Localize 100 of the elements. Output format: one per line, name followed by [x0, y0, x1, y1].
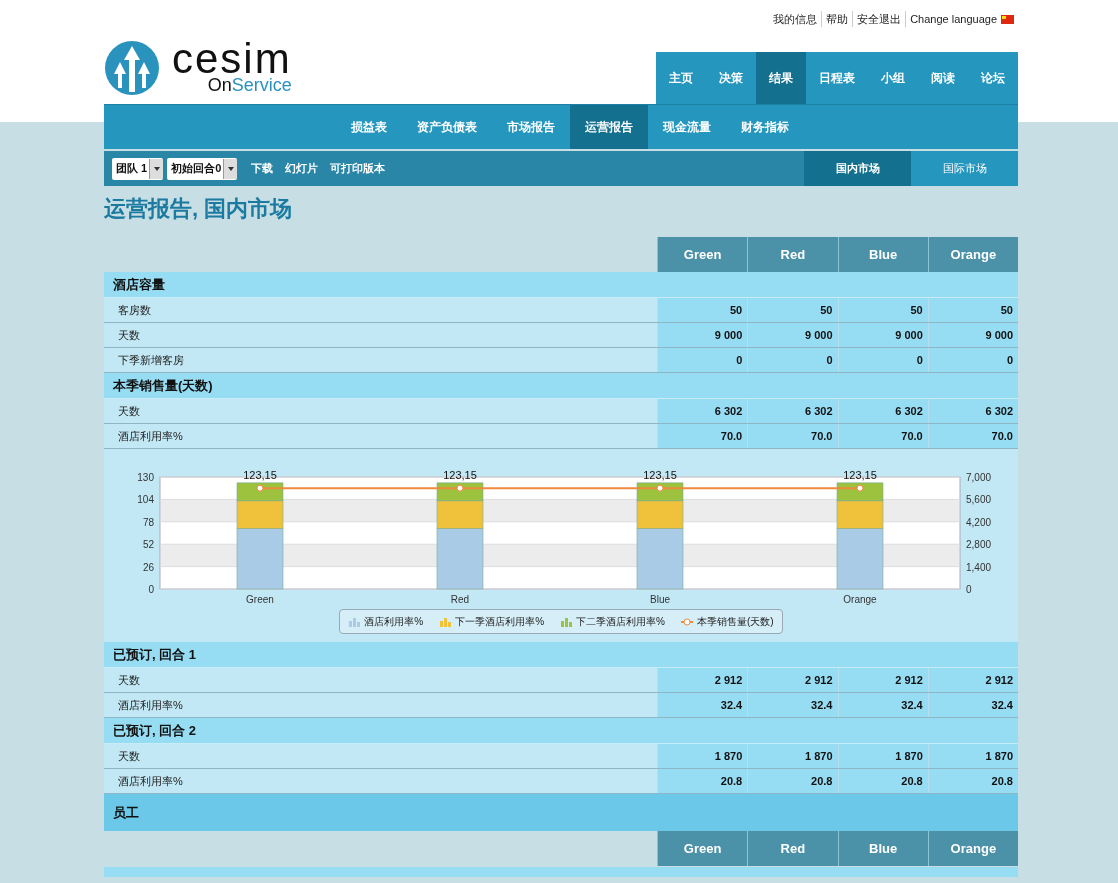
table-cell: 2 912	[657, 668, 748, 692]
table-cell: 1 870	[747, 744, 838, 768]
annotation: 123,15	[443, 468, 477, 481]
y2-tick-label: 4,200	[966, 516, 992, 528]
table-cell: 50	[927, 298, 1018, 322]
table-cell: 32.4	[837, 693, 928, 717]
top-link[interactable]: 帮助	[826, 10, 849, 28]
bar	[636, 500, 684, 529]
bar	[836, 500, 884, 529]
row-label: 天数	[104, 399, 657, 423]
bar	[436, 528, 484, 590]
y-tick-label: 78	[142, 516, 155, 528]
column-header: Orange	[927, 237, 1018, 272]
table-cell: 9 000	[747, 323, 838, 347]
column-header: Blue	[837, 237, 928, 272]
bar	[836, 528, 884, 590]
bar	[236, 500, 284, 529]
row-label: 天数	[104, 323, 657, 347]
y-tick-label: 0	[148, 584, 155, 595]
column-header: Red	[747, 237, 838, 272]
bar	[436, 500, 484, 529]
row-label: 天数	[104, 668, 657, 692]
row-label: 客房数	[104, 298, 657, 322]
toolbar-link[interactable]: 可打印版本	[330, 160, 386, 177]
section-heading: 已预订, 回合 2	[104, 718, 1018, 744]
table-cell: 9 000	[927, 323, 1018, 347]
market-tab[interactable]: 国内市场	[804, 151, 911, 186]
y-tick-label: 130	[137, 472, 155, 483]
legend-label: 本季销售量(天数)	[697, 615, 774, 629]
table-cell: 0	[837, 348, 928, 372]
dropdown[interactable]: 团队 1	[112, 157, 164, 180]
table-cell: 1 870	[927, 744, 1018, 768]
table-cell: 20.8	[837, 769, 928, 793]
y2-tick-label: 0	[966, 584, 972, 595]
table-cell: 6 302	[837, 399, 928, 423]
y2-tick-label: 2,800	[966, 539, 992, 551]
bar	[636, 528, 684, 590]
row-label: 天数	[104, 744, 657, 768]
table-cell: 2 912	[837, 668, 928, 692]
row-label: 酒店利用率%	[104, 424, 657, 448]
table-cell: 70.0	[837, 424, 928, 448]
table-cell: 2 912	[927, 668, 1018, 692]
column-header: Red	[747, 831, 838, 866]
y-tick-label: 26	[142, 561, 155, 573]
legend-label: 酒店利用率%	[364, 615, 424, 629]
table-cell: 2 912	[747, 668, 838, 692]
top-link[interactable]: Change language	[910, 10, 997, 28]
section-heading: 已预订, 回合 1	[104, 642, 1018, 668]
table-cell: 0	[657, 348, 748, 372]
bar-icon	[348, 616, 361, 627]
table-cell: 9 000	[837, 323, 928, 347]
nav-tab[interactable]: 结果	[756, 52, 806, 104]
dropdown[interactable]: 初始回合0	[167, 157, 238, 180]
page-title: 运营报告, 国内市场	[104, 196, 294, 222]
x-tick-label: Red	[450, 594, 470, 605]
section-heading: 酒店容量	[104, 272, 1018, 298]
flag-icon	[1001, 14, 1014, 24]
table-cell: 70.0	[927, 424, 1018, 448]
table-cell: 1 870	[657, 744, 748, 768]
top-link[interactable]: 安全退出	[857, 10, 902, 28]
market-tab[interactable]: 国际市场	[911, 151, 1018, 186]
legend-label: 下一季酒店利用率%	[455, 615, 545, 629]
table-cell: 70.0	[747, 424, 838, 448]
annotation: 123,15	[643, 468, 677, 481]
table-cell: 9 000	[657, 323, 748, 347]
table-cell: 32.4	[657, 693, 748, 717]
logo-wordmark: cesim	[172, 42, 292, 76]
table-cell: 6 302	[747, 399, 838, 423]
x-tick-label: Orange	[843, 594, 878, 605]
table-cell: 6 302	[927, 399, 1018, 423]
bar	[236, 528, 284, 590]
logo-subtitle: OnService	[207, 76, 292, 94]
x-tick-label: Blue	[649, 594, 671, 605]
column-header: Orange	[927, 831, 1018, 866]
row-label: 下季新增客房	[104, 348, 657, 372]
row-label: 酒店利用率%	[104, 769, 657, 793]
table-cell: 32.4	[927, 693, 1018, 717]
top-link[interactable]: 我的信息	[773, 10, 818, 28]
logo-icon	[104, 40, 160, 96]
table-cell: 20.8	[747, 769, 838, 793]
line-marker-icon	[681, 616, 693, 627]
bar-icon	[439, 616, 452, 627]
table-cell: 50	[657, 298, 748, 322]
y2-tick-label: 5,600	[966, 494, 992, 506]
column-header: Green	[657, 237, 748, 272]
table-cell: 70.0	[657, 424, 748, 448]
bar-icon	[560, 616, 573, 627]
caret-icon	[149, 158, 164, 179]
table-cell: 50	[747, 298, 838, 322]
x-tick-label: Green	[246, 594, 274, 605]
section-heading: 本季销售量(天数)	[104, 373, 1018, 399]
table-cell: 0	[747, 348, 838, 372]
legend-label: 下二季酒店利用率%	[576, 615, 665, 629]
toolbar-link[interactable]: 幻灯片	[285, 160, 319, 177]
table-cell: 6 302	[657, 399, 748, 423]
report-tab[interactable]: 运营报告	[570, 105, 648, 149]
toolbar-link[interactable]: 下载	[251, 160, 274, 177]
table-cell: 20.8	[657, 769, 748, 793]
table-cell: 32.4	[747, 693, 838, 717]
section-heading: 员工	[104, 794, 1018, 831]
